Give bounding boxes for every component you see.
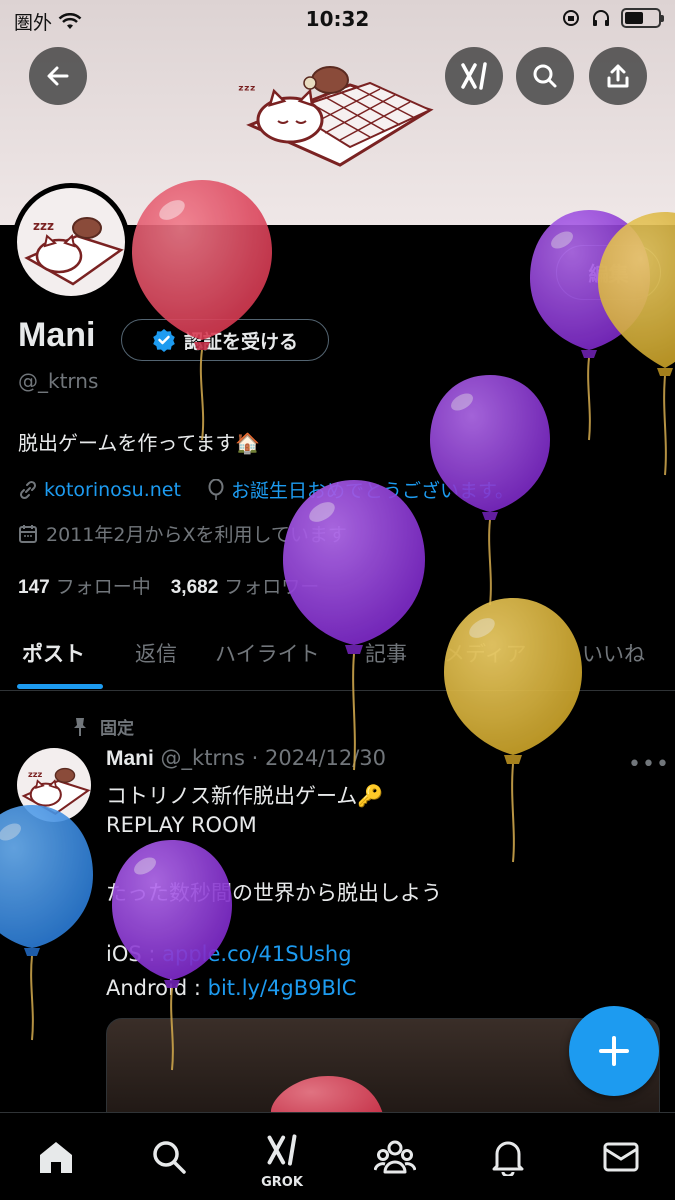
profile-handle: @_ktrns bbox=[18, 369, 99, 393]
balloon-pin-icon bbox=[208, 478, 224, 500]
bell-icon bbox=[492, 1141, 524, 1176]
pin-icon bbox=[74, 717, 86, 736]
post-text-line-1: コトリノス新作脱出ゲーム🔑 bbox=[106, 784, 384, 808]
search-icon bbox=[153, 1141, 186, 1174]
following-count: 147 bbox=[18, 577, 50, 598]
profile-bio: 脱出ゲームを作ってます🏠 bbox=[18, 431, 261, 455]
sleeping-cat-avatar-small: zzz bbox=[21, 767, 91, 815]
post-author[interactable]: Mani bbox=[106, 747, 154, 770]
post-handle-date: @_ktrns · 2024/12/30 bbox=[160, 746, 387, 770]
search-icon bbox=[533, 64, 557, 88]
profile-meta: kotorinosu.net お誕生日おめでとうございます。 bbox=[18, 476, 514, 503]
post-text-line-3: たった数秒間の世界から脱出しよう bbox=[106, 881, 442, 905]
active-tab-indicator bbox=[17, 684, 103, 689]
compose-button[interactable] bbox=[569, 1006, 659, 1096]
people-icon bbox=[374, 1140, 416, 1174]
grok-label: GROK bbox=[261, 1175, 303, 1190]
plus-icon bbox=[599, 1036, 629, 1066]
verify-label: 認証を受ける bbox=[183, 330, 298, 353]
get-verified-button[interactable]: 認証を受ける bbox=[121, 319, 329, 361]
nav-search[interactable] bbox=[113, 1113, 225, 1200]
link-icon bbox=[19, 480, 37, 499]
birthday-message[interactable]: お誕生日おめでとうございます。 bbox=[231, 476, 514, 503]
grok-icon bbox=[267, 1134, 297, 1166]
tab-highlights[interactable]: ハイライト bbox=[215, 638, 320, 668]
verified-badge-icon bbox=[153, 329, 175, 352]
following-label: フォロー中 bbox=[55, 576, 151, 598]
home-icon bbox=[40, 1142, 72, 1173]
calendar-icon bbox=[19, 524, 37, 543]
follow-stats: 147 フォロー中 3,682 フォロワー bbox=[18, 572, 319, 599]
followers-link[interactable]: 3,682 フォロワー bbox=[171, 572, 320, 599]
svg-text:zzz: zzz bbox=[33, 219, 54, 233]
tab-articles[interactable]: 記事 bbox=[365, 638, 407, 668]
tab-likes[interactable]: いいね bbox=[582, 638, 645, 668]
svg-text:ᶻᶻᶻ: ᶻᶻᶻ bbox=[238, 83, 256, 99]
profile-avatar[interactable]: zzz bbox=[12, 183, 130, 301]
tab-replies[interactable]: 返信 bbox=[135, 638, 177, 668]
battery-icon bbox=[621, 8, 664, 28]
followers-label: フォロワー bbox=[224, 576, 320, 598]
edit-profile-button[interactable]: 編集 bbox=[556, 245, 661, 300]
grok-icon bbox=[461, 62, 487, 90]
nav-communities[interactable] bbox=[339, 1113, 451, 1200]
orientation-lock-icon bbox=[563, 10, 579, 26]
joined-date: 2011年2月からXを利用しています bbox=[18, 520, 347, 547]
following-link[interactable]: 147 フォロー中 bbox=[18, 572, 151, 599]
nav-messages[interactable] bbox=[565, 1113, 675, 1200]
bottom-navigation: GROK bbox=[0, 1112, 675, 1200]
nav-home[interactable] bbox=[0, 1113, 112, 1200]
followers-count: 3,682 bbox=[170, 577, 219, 598]
nav-notifications[interactable] bbox=[452, 1113, 564, 1200]
balloon-blue-1 bbox=[0, 805, 93, 1041]
pinned-indicator: 固定 bbox=[72, 714, 134, 739]
nav-grok[interactable]: GROK bbox=[226, 1113, 338, 1200]
share-icon bbox=[607, 64, 629, 88]
ios-link[interactable]: apple.co/41SUshg bbox=[162, 942, 351, 966]
joined-label: 2011年2月からXを利用しています bbox=[46, 524, 347, 546]
grok-button[interactable] bbox=[445, 47, 503, 105]
pinned-label: 固定 bbox=[100, 719, 134, 739]
post-header: Mani @_ktrns · 2024/12/30 bbox=[106, 746, 386, 771]
sleeping-cat-banner-art: ᶻᶻᶻ bbox=[238, 66, 434, 167]
share-button[interactable] bbox=[589, 47, 647, 105]
back-button[interactable] bbox=[29, 47, 87, 105]
mail-icon bbox=[603, 1142, 639, 1172]
tab-media[interactable]: メディア bbox=[444, 638, 527, 668]
post-text-line-2: REPLAY ROOM bbox=[106, 813, 257, 837]
tab-posts[interactable]: ポスト bbox=[22, 638, 85, 668]
ios-label: iOS : bbox=[106, 942, 163, 966]
status-indicators bbox=[561, 8, 664, 28]
headphones-icon bbox=[593, 10, 609, 26]
search-button[interactable] bbox=[516, 47, 574, 105]
android-label: Android : bbox=[106, 976, 208, 1000]
post-avatar[interactable]: zzz bbox=[17, 748, 91, 822]
website-link[interactable]: kotorinosu.net bbox=[44, 479, 181, 501]
svg-text:zzz: zzz bbox=[28, 769, 43, 779]
display-name: Mani bbox=[18, 316, 96, 354]
profile-tabs: ポスト 返信 ハイライト 記事 メディア いいね bbox=[0, 616, 675, 691]
android-link[interactable]: bit.ly/4gB9BlC bbox=[208, 976, 357, 1000]
status-bar: 圏外 10:32 bbox=[0, 0, 675, 40]
post-ios-line: iOS : apple.co/41SUshg bbox=[106, 942, 352, 966]
post-more-button[interactable]: ••• bbox=[628, 752, 670, 777]
sleeping-cat-avatar: zzz bbox=[24, 217, 124, 286]
back-arrow-icon bbox=[47, 66, 69, 86]
post-android-line: Android : bit.ly/4gB9BlC bbox=[106, 976, 356, 1000]
